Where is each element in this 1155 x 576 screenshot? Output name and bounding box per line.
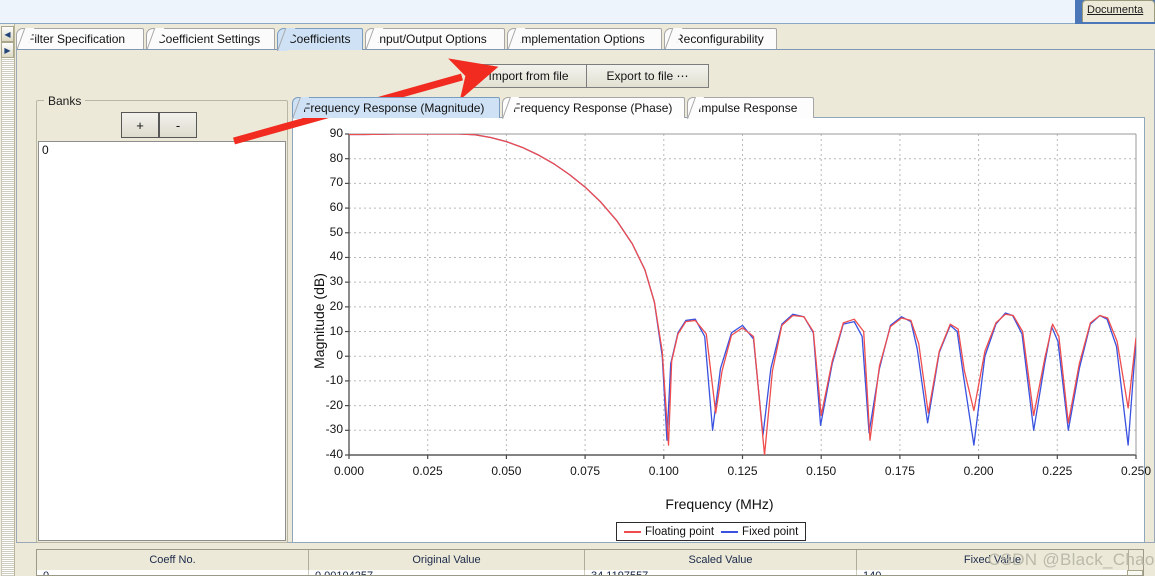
scroll-up-icon[interactable]: ◀: [1, 26, 14, 42]
window-top-strip: Documenta: [0, 0, 1155, 24]
tab-reconfigurability[interactable]: Reconfigurability: [664, 28, 777, 50]
column-header-scaled-value[interactable]: Scaled Value: [585, 550, 857, 570]
y-tick-label: -40: [325, 447, 343, 461]
chart-tab-frequency-response-phase[interactable]: Frequency Response (Phase): [502, 97, 685, 118]
tab-coefficient-settings[interactable]: Coefficient Settings: [146, 28, 275, 50]
x-tick-label: 0.150: [806, 464, 837, 478]
x-axis-label: Frequency (MHz): [665, 496, 774, 512]
left-vertical-scrollbar[interactable]: ◀ ▶: [0, 24, 15, 576]
y-tick-label: 40: [329, 249, 343, 264]
y-tick-label: 10: [329, 323, 343, 338]
banks-group-label: Banks: [44, 94, 86, 108]
y-tick-label: -10: [325, 372, 343, 387]
main-tab-bar: Filter Specification Coefficient Settings…: [16, 26, 1155, 50]
x-tick-label: 0.175: [884, 464, 915, 478]
x-tick-label: 0.000: [333, 464, 365, 478]
chart-tab-bar: Frequency Response (Magnitude) Frequency …: [292, 97, 852, 119]
import-from-file-button[interactable]: Import from file: [470, 64, 587, 88]
tab-implementation-options[interactable]: Implementation Options: [507, 28, 662, 50]
legend-label: Fixed point: [742, 525, 799, 538]
column-header-original-value[interactable]: Original Value: [309, 550, 585, 570]
y-tick-label: 80: [329, 150, 343, 165]
magnitude-response-plot: [345, 133, 1137, 459]
chart-tab-frequency-response-magnitude[interactable]: Frequency Response (Magnitude): [292, 97, 500, 118]
x-tick-label: 0.225: [1042, 464, 1073, 478]
coefficients-table[interactable]: Coeff No. Original Value Scaled Value Fixed…: [36, 549, 1144, 576]
table-body: 0 0.00104257 34.1197557 140: [37, 570, 1143, 575]
y-tick-label: 60: [329, 200, 343, 215]
legend-item: Floating point: [624, 526, 714, 538]
scrollbar-track[interactable]: [1, 58, 14, 576]
y-tick-label: 0: [336, 348, 343, 363]
x-tick-label: 0.250: [1120, 464, 1152, 478]
tab-coefficients[interactable]: Coefficients: [277, 28, 363, 50]
y-tick-label: 90: [329, 126, 343, 140]
legend-item: Fixed point: [721, 526, 798, 538]
x-tick-label: 0.050: [491, 464, 522, 478]
tab-label: Coefficient Settings: [157, 32, 261, 46]
chart-tab-label: Frequency Response (Magnitude): [303, 101, 485, 115]
legend-label: Floating point: [645, 525, 715, 538]
table-row[interactable]: 0 0.00104257 34.1197557 140: [37, 570, 1143, 575]
legend-color-swatch: [721, 530, 739, 533]
plot-area: Magnitude (dB) Frequency (MHz) 90 80 70 60 5…: [293, 118, 1151, 544]
bank-list-item[interactable]: 0: [39, 142, 285, 157]
chart-tab-label: Frequency Response (Phase): [513, 101, 673, 115]
add-bank-button[interactable]: +: [121, 112, 159, 138]
frequency-response-chart-card: Magnitude (dB) Frequency (MHz) 90 80 70 60 5…: [292, 117, 1151, 544]
y-tick-label: -30: [325, 422, 343, 437]
y-tick-label: 70: [329, 175, 343, 190]
top-strip-background: [0, 0, 1075, 24]
column-header-fixed-value[interactable]: Fixed Value: [857, 550, 1129, 570]
x-tick-label: 0.200: [963, 464, 994, 478]
tab-input-output-options[interactable]: Input/Output Options: [365, 28, 505, 50]
export-to-file-button[interactable]: Export to file ⋯: [586, 64, 709, 88]
column-header-coeff-no[interactable]: Coeff No.: [37, 550, 309, 570]
y-tick-label: 50: [329, 224, 343, 239]
x-tick-label: 0.100: [648, 464, 679, 478]
chart-legend: Floating point Fixed point: [616, 522, 807, 541]
tab-filter-specification[interactable]: Filter Specification: [16, 28, 144, 50]
tab-label: Coefficients: [288, 32, 351, 46]
tab-label: Input/Output Options: [376, 32, 487, 46]
legend-color-swatch: [624, 530, 641, 533]
table-header-row: Coeff No. Original Value Scaled Value Fixed…: [37, 550, 1143, 570]
tab-label: Reconfigurability: [675, 32, 764, 46]
application-window: Documenta ◀ ▶ Filter Specification Coeffi…: [0, 0, 1155, 576]
y-tick-label: -20: [325, 397, 343, 412]
tab-label: Implementation Options: [518, 32, 645, 46]
documentation-tab-label: Documenta: [1087, 4, 1144, 16]
tab-label: Filter Specification: [27, 32, 126, 46]
table-cell: 0: [37, 570, 309, 575]
banks-list[interactable]: 0: [38, 141, 286, 541]
y-tick-label: 20: [329, 298, 343, 313]
table-cell: 0.00104257: [309, 570, 585, 575]
y-tick-label: 30: [329, 274, 343, 289]
scroll-down-icon[interactable]: ▶: [1, 42, 14, 58]
x-tick-label: 0.125: [727, 464, 758, 478]
x-tick-label: 0.075: [570, 464, 601, 478]
chart-tab-label: Impulse Response: [698, 101, 798, 115]
remove-bank-button[interactable]: -: [159, 112, 197, 138]
chart-tab-impulse-response[interactable]: Impulse Response: [687, 97, 814, 118]
table-cell: 34.1197557: [585, 570, 857, 575]
x-tick-label: 0.025: [412, 464, 443, 478]
table-cell: 140: [857, 570, 1129, 575]
documentation-tab[interactable]: Documenta: [1082, 0, 1155, 22]
